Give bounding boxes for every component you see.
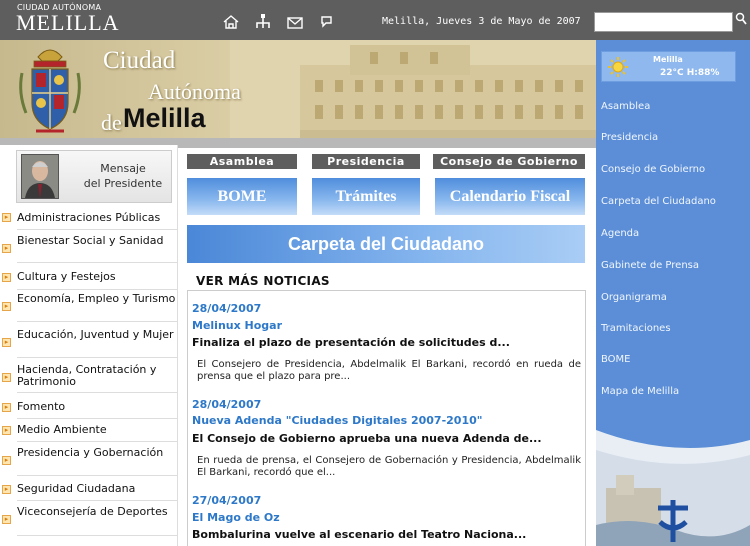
site-logo[interactable]: MELILLA — [16, 10, 120, 36]
left-menu-label: Seguridad Ciudadana — [17, 482, 136, 495]
sitemap-icon[interactable] — [254, 13, 272, 31]
coast-photo — [596, 430, 750, 546]
city-hall-image — [230, 40, 596, 145]
president-message-line1: Mensaje — [100, 162, 146, 175]
header-banner: Ciudad Autónoma de Melilla — [0, 40, 596, 145]
calendario-fiscal-button[interactable]: Calendario Fiscal — [435, 178, 585, 215]
bullet-icon: ▸ — [2, 302, 11, 311]
left-menu-item-cultura[interactable]: ▸ Cultura y Festejos — [2, 270, 178, 290]
left-menu-label: Hacienda, Contratación y Patrimonio — [17, 363, 157, 388]
left-menu-item-educacion[interactable]: ▸ Educación, Juventud y Mujer — [2, 328, 178, 358]
left-menu-item-hacienda[interactable]: ▸ Hacienda, Contratación y Patrimonio — [2, 363, 178, 393]
news-title[interactable]: Bombalurina vuelve al escenario del Teat… — [192, 528, 526, 541]
mail-icon[interactable] — [286, 13, 304, 31]
weather-widget: Melilla 22°C H:88% — [601, 51, 736, 82]
presidencia-button[interactable]: Presidencia — [312, 154, 420, 169]
banner-title-melilla: Melilla — [123, 103, 206, 133]
left-menu-label: Educación, Juventud y Mujer — [17, 328, 174, 341]
bullet-icon: ▸ — [2, 244, 11, 253]
left-menu-item-seguridad[interactable]: ▸ Seguridad Ciudadana — [2, 482, 178, 501]
president-message-box[interactable]: Mensaje del Presidente — [16, 150, 172, 203]
left-menu-item-fomento[interactable]: ▸ Fomento — [2, 400, 178, 419]
banner-title-ciudad: Ciudad — [103, 47, 176, 74]
bullet-icon: ▸ — [2, 373, 11, 382]
language-icon[interactable] — [318, 13, 336, 31]
more-news-link[interactable]: VER MÁS NOTICIAS — [196, 274, 330, 288]
right-menu-item-presidencia[interactable]: Presidencia — [601, 132, 658, 143]
search-icon[interactable] — [735, 12, 749, 30]
left-menu-label: Bienestar Social y Sanidad — [17, 234, 164, 247]
left-menu-item-economia[interactable]: ▸ Economía, Empleo y Turismo — [2, 292, 178, 322]
bullet-icon: ▸ — [2, 515, 11, 524]
top-bar: CIUDAD AUTÓNOMA MELILLA Melilla, Jueves … — [0, 0, 750, 40]
left-menu-item-bienestar[interactable]: ▸ Bienestar Social y Sanidad — [2, 234, 178, 263]
right-menu-item-carpeta-ciudadano[interactable]: Carpeta del Ciudadano — [601, 196, 716, 207]
bullet-icon: ▸ — [2, 403, 11, 412]
weather-city: Melilla — [653, 55, 683, 64]
news-title[interactable]: El Consejo de Gobierno aprueba una nueva… — [192, 432, 542, 445]
left-menu-item-presidencia[interactable]: ▸ Presidencia y Gobernación — [2, 446, 178, 476]
president-photo — [21, 154, 59, 199]
left-menu-label: Viceconsejería de Deportes — [17, 505, 168, 518]
bullet-icon: ▸ — [2, 456, 11, 465]
news-summary: El Consejero de Presidencia, Abdelmalik … — [197, 359, 581, 382]
news-title[interactable]: Finaliza el plazo de presentación de sol… — [192, 336, 510, 349]
news-category[interactable]: Melinux Hogar — [192, 319, 282, 332]
news-category[interactable]: Nueva Adenda "Ciudades Digitales 2007-20… — [192, 414, 483, 427]
consejo-gobierno-button[interactable]: Consejo de Gobierno — [433, 154, 585, 169]
left-menu-label: Administraciones Públicas — [17, 211, 161, 224]
tramites-button[interactable]: Trámites — [312, 178, 420, 215]
search-input[interactable] — [594, 12, 733, 32]
bome-button[interactable]: BOME — [187, 178, 297, 215]
left-menu-item-medio-ambiente[interactable]: ▸ Medio Ambiente — [2, 423, 178, 442]
left-menu-label: Medio Ambiente — [17, 423, 107, 436]
current-date: Melilla, Jueves 3 de Mayo de 2007 — [382, 16, 581, 27]
home-icon[interactable] — [222, 13, 240, 31]
bullet-icon: ▸ — [2, 213, 11, 222]
news-date: 28/04/2007 — [192, 302, 262, 315]
right-menu-item-organigrama[interactable]: Organigrama — [601, 292, 667, 303]
left-menu-item-administraciones[interactable]: ▸ Administraciones Públicas — [2, 211, 178, 230]
left-menu-label: Fomento — [17, 400, 66, 413]
carpeta-ciudadano-banner[interactable]: Carpeta del Ciudadano — [187, 225, 585, 263]
right-menu-item-consejo-gobierno[interactable]: Consejo de Gobierno — [601, 164, 705, 175]
weather-reading: 22°C H:88% — [660, 68, 720, 78]
bullet-icon: ▸ — [2, 426, 11, 435]
left-menu-label: Cultura y Festejos — [17, 270, 116, 283]
coat-of-arms-icon — [19, 49, 81, 133]
right-menu-item-gabinete-prensa[interactable]: Gabinete de Prensa — [601, 260, 699, 271]
right-menu-item-mapa[interactable]: Mapa de Melilla — [601, 386, 679, 397]
president-message-label: Mensaje del Presidente — [77, 161, 169, 191]
banner-title-de: de — [101, 110, 122, 135]
right-menu-item-asamblea[interactable]: Asamblea — [601, 101, 650, 112]
news-date: 27/04/2007 — [192, 494, 262, 507]
bullet-icon: ▸ — [2, 273, 11, 282]
left-menu-label: Presidencia y Gobernación — [17, 446, 164, 459]
news-date: 28/04/2007 — [192, 398, 262, 411]
news-summary: En rueda de prensa, el Consejero de Gobe… — [197, 455, 581, 478]
sun-icon — [608, 57, 628, 77]
bullet-icon: ▸ — [2, 485, 11, 494]
left-menu-label: Economía, Empleo y Turismo — [17, 292, 176, 305]
asamblea-button[interactable]: Asamblea — [187, 154, 297, 169]
right-menu-item-tramitaciones[interactable]: Tramitaciones — [601, 323, 671, 334]
president-message-line2: del Presidente — [83, 177, 163, 190]
news-category[interactable]: El Mago de Oz — [192, 511, 280, 524]
right-menu-item-agenda[interactable]: Agenda — [601, 228, 639, 239]
left-menu-item-deportes[interactable]: ▸ Viceconsejería de Deportes — [2, 505, 178, 536]
banner-title-autonoma: Autónoma — [148, 79, 241, 104]
right-menu-item-bome[interactable]: BOME — [601, 354, 631, 365]
bullet-icon: ▸ — [2, 338, 11, 347]
right-sidebar: Melilla 22°C H:88% Asamblea Presidencia … — [596, 40, 750, 546]
